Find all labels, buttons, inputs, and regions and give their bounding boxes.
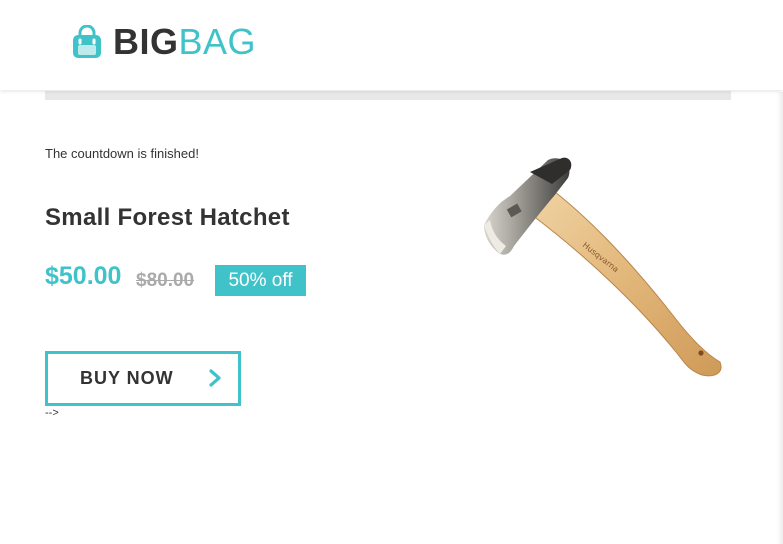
- stray-comment-text: -->: [45, 407, 59, 419]
- countdown-message: The countdown is finished!: [45, 146, 199, 161]
- shopping-bag-icon: [73, 25, 101, 58]
- discount-badge: 50% off: [215, 265, 306, 296]
- page-edge-shadow: [777, 92, 783, 544]
- product-title: Small Forest Hatchet: [45, 204, 290, 231]
- logo[interactable]: BIGBAG: [72, 20, 256, 64]
- buy-now-button[interactable]: BUY NOW: [45, 351, 241, 406]
- logo-text: BIGBAG: [113, 20, 256, 64]
- axe-image: Husqvarna: [484, 157, 722, 377]
- logo-text-bag: BAG: [178, 21, 257, 62]
- chevron-right-icon: [209, 369, 221, 387]
- site-header: BIGBAG: [0, 0, 783, 90]
- header-divider-bar: [45, 91, 731, 100]
- buy-now-label: BUY NOW: [80, 368, 174, 388]
- logo-text-big: BIG: [113, 21, 179, 62]
- current-price: $50.00: [45, 262, 122, 290]
- old-price: $80.00: [136, 270, 195, 291]
